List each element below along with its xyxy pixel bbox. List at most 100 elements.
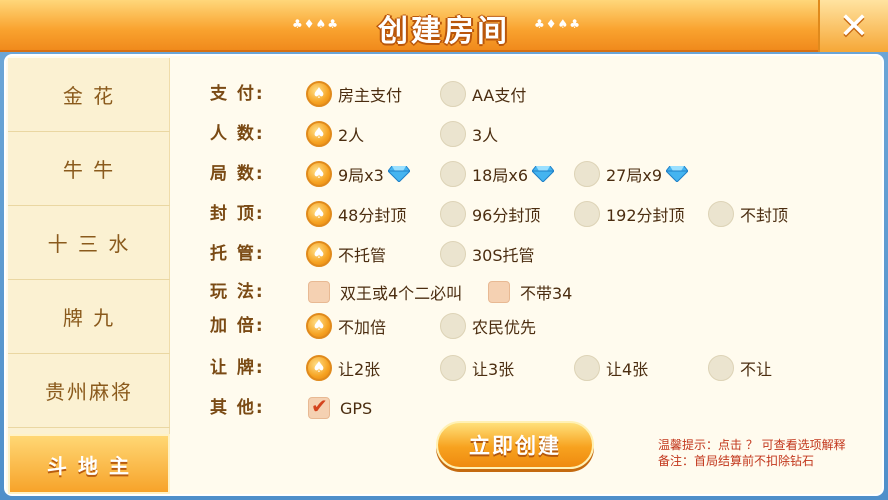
option-label: 双王或4个二必叫	[340, 284, 463, 303]
radio-selected-icon	[306, 201, 332, 227]
sidebar-item-guizhou-mahjong[interactable]: 贵州麻将	[8, 354, 170, 428]
option-label: 2人	[338, 126, 365, 145]
row-double: 加 倍: 不加倍 农民优先	[174, 308, 882, 344]
checkbox-icon	[308, 281, 330, 303]
sidebar-item-label: 十 三 水	[47, 232, 131, 256]
option-no-concede[interactable]: 不让	[708, 352, 772, 384]
option-30s-trustee[interactable]: 30S托管	[440, 238, 535, 270]
radio-icon	[440, 241, 466, 267]
row-cap: 封 顶: 48分封顶 96分封顶 192分封顶 不封顶	[174, 196, 882, 232]
option-double-king-must-call[interactable]: 双王或4个二必叫	[308, 276, 462, 308]
row-pay: 支 付: 房主支付 AA支付	[174, 76, 882, 112]
radio-icon	[574, 161, 600, 187]
option-no-34[interactable]: 不带34	[488, 276, 572, 308]
option-label: 不托管	[338, 246, 387, 265]
radio-icon	[440, 201, 466, 227]
option-label: 不加倍	[338, 318, 387, 337]
tip-hint[interactable]: 温馨提示：点击 ？ 可查看选项解释	[658, 436, 846, 453]
rounds-label: 局 数:	[210, 164, 265, 184]
option-label: 48分封顶	[338, 206, 407, 225]
radio-selected-icon	[306, 313, 332, 339]
row-play: 玩 法: 双王或4个二必叫 不带34	[174, 274, 882, 310]
pay-label: 支 付:	[210, 84, 265, 104]
option-label: GPS	[340, 398, 373, 418]
option-label: 9局x3	[338, 166, 384, 185]
option-label: AA支付	[472, 86, 527, 105]
sidebar-item-label: 斗 地 主	[47, 453, 131, 478]
concede-label: 让 牌:	[210, 358, 265, 378]
option-no-cap[interactable]: 不封顶	[708, 198, 788, 230]
option-2-players[interactable]: 2人	[306, 118, 364, 150]
checkbox-icon	[488, 281, 510, 303]
radio-icon	[440, 313, 466, 339]
row-concede: 让 牌: 让2张 让3张 让4张 不让	[174, 350, 882, 386]
option-label: 不封顶	[740, 206, 789, 225]
sidebar-item-label: 贵州麻将	[45, 380, 133, 404]
sidebar-item-jinhua[interactable]: 金 花	[8, 58, 170, 132]
radio-icon	[440, 355, 466, 381]
radio-selected-icon	[306, 121, 332, 147]
option-27-rounds[interactable]: 27局x9	[574, 158, 689, 190]
sidebar-item-label: 金 花	[62, 84, 116, 108]
row-rounds: 局 数: 9局x3 18局x6 27局x9	[174, 156, 882, 192]
option-label: 不让	[740, 360, 773, 379]
sidebar-item-niuniu[interactable]: 牛 牛	[8, 132, 170, 206]
option-label: 3人	[472, 126, 499, 145]
option-concede-3[interactable]: 让3张	[440, 352, 514, 384]
option-label: 让3张	[472, 360, 515, 379]
option-label: 192分封顶	[606, 206, 685, 225]
option-cap-48[interactable]: 48分封顶	[306, 198, 406, 230]
players-label: 人 数:	[210, 124, 265, 144]
radio-icon	[440, 121, 466, 147]
option-3-players[interactable]: 3人	[440, 118, 498, 150]
game-sidebar: 金 花 牛 牛 十 三 水 牌 九 贵州麻将 斗 地 主	[8, 58, 170, 494]
diamond-icon	[387, 166, 410, 182]
radio-selected-icon	[306, 161, 332, 187]
row-trustee: 托 管: 不托管 30S托管	[174, 236, 882, 272]
diamond-icon	[666, 166, 689, 182]
title-bar: ♣♦♠♣ 创建房间 ♣♦♠♣ ✕	[0, 0, 888, 52]
cap-label: 封 顶:	[210, 204, 265, 224]
tip-note: 备注：首局结算前不扣除钻石	[658, 454, 815, 468]
option-cap-192[interactable]: 192分封顶	[574, 198, 685, 230]
sidebar-item-paijiu[interactable]: 牌 九	[8, 280, 170, 354]
option-owner-pay[interactable]: 房主支付	[306, 78, 402, 110]
option-concede-2[interactable]: 让2张	[306, 352, 380, 384]
option-label: 不带34	[520, 284, 573, 303]
option-aa-pay[interactable]: AA支付	[440, 78, 526, 110]
option-18-rounds[interactable]: 18局x6	[440, 158, 555, 190]
option-no-trustee[interactable]: 不托管	[306, 238, 386, 270]
radio-icon	[708, 201, 734, 227]
checkbox-checked-icon	[308, 394, 330, 419]
radio-icon	[440, 161, 466, 187]
close-icon: ✕	[838, 5, 870, 47]
option-cap-96[interactable]: 96分封顶	[440, 198, 540, 230]
option-label: 27局x9	[606, 166, 663, 185]
play-label: 玩 法:	[210, 282, 265, 302]
other-label: 其 他:	[210, 398, 265, 418]
option-label: 农民优先	[472, 318, 537, 337]
create-room-button[interactable]: 立即创建	[436, 421, 594, 469]
sidebar-item-doudizhu[interactable]: 斗 地 主	[8, 434, 170, 494]
option-9-rounds[interactable]: 9局x3	[306, 158, 410, 190]
options-content: 支 付: 房主支付 AA支付 人 数: 2人 3人	[174, 56, 882, 496]
option-no-double[interactable]: 不加倍	[306, 310, 386, 342]
close-button[interactable]: ✕	[818, 0, 888, 52]
trustee-label: 托 管:	[210, 244, 265, 264]
option-label: 房主支付	[338, 86, 403, 105]
option-label: 96分封顶	[472, 206, 541, 225]
suits-decoration-right: ♣♦♠♣	[534, 17, 582, 31]
sidebar-item-shisanshui[interactable]: 十 三 水	[8, 206, 170, 280]
option-label: 让4张	[606, 360, 649, 379]
radio-icon	[708, 355, 734, 381]
radio-selected-icon	[306, 81, 332, 107]
option-label: 18局x6	[472, 166, 529, 185]
option-farmer-first[interactable]: 农民优先	[440, 310, 536, 342]
option-gps[interactable]: GPS	[308, 392, 372, 424]
radio-icon	[574, 355, 600, 381]
radio-icon	[440, 81, 466, 107]
option-label: 让2张	[338, 360, 381, 379]
diamond-icon	[532, 166, 555, 182]
option-concede-4[interactable]: 让4张	[574, 352, 648, 384]
double-label: 加 倍:	[210, 316, 265, 336]
